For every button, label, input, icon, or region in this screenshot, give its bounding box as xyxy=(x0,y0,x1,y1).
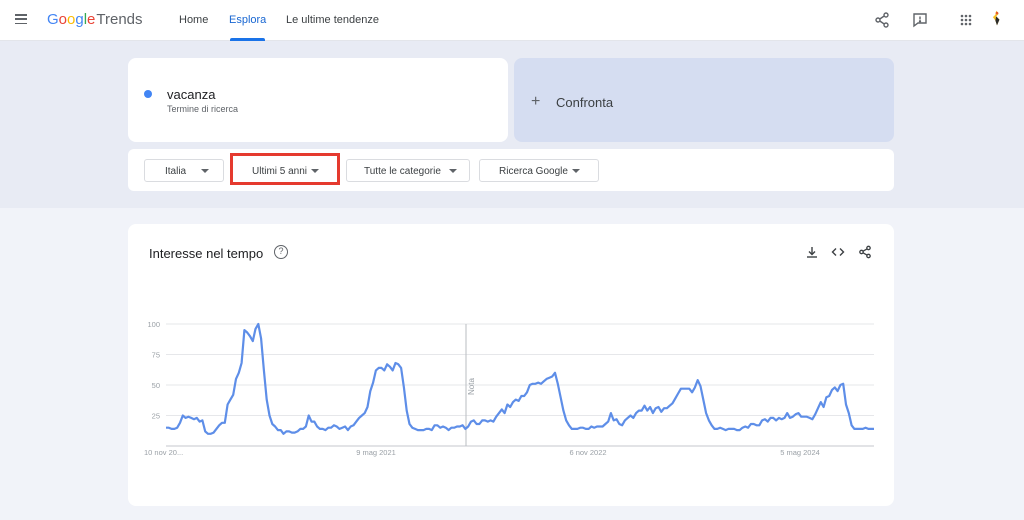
y-tick-label: 50 xyxy=(152,381,160,390)
top-app-bar: GoogleTrends Home Esplora Le ultime tend… xyxy=(0,0,1024,41)
highlight-box xyxy=(230,153,340,185)
chevron-down-icon xyxy=(572,169,580,173)
property-dropdown[interactable]: Ricerca Google xyxy=(479,159,599,182)
series-line-vacanza xyxy=(166,322,874,435)
x-tick-label: 5 mag 2024 xyxy=(780,448,820,457)
logo-trends-text: Trends xyxy=(96,11,143,28)
chevron-down-icon xyxy=(449,169,457,173)
y-tick-label: 75 xyxy=(152,351,160,360)
term-color-dot xyxy=(144,90,152,98)
tab-ultime-tendenze[interactable]: Le ultime tendenze xyxy=(286,14,379,26)
region-label: Italia xyxy=(165,166,187,177)
share-icon[interactable] xyxy=(858,245,872,259)
search-term-name[interactable]: vacanza xyxy=(167,87,215,102)
category-label: Tutte le categorie xyxy=(364,166,441,177)
feedback-icon[interactable] xyxy=(911,11,929,29)
help-icon[interactable]: ? xyxy=(274,245,288,259)
interest-line-chart: Nota 100 75 50 25 10 nov 20... 9 mag 2021 6 no… xyxy=(144,320,874,457)
apps-grid-icon[interactable] xyxy=(957,11,975,29)
add-icon[interactable]: + xyxy=(531,93,540,111)
avatar[interactable] xyxy=(988,9,1008,31)
region-dropdown[interactable]: Italia xyxy=(144,159,224,182)
download-icon[interactable] xyxy=(805,245,819,259)
compare-label[interactable]: Confronta xyxy=(556,95,613,110)
tab-esplora[interactable]: Esplora xyxy=(229,14,266,26)
y-tick-label: 100 xyxy=(147,320,160,329)
chevron-down-icon xyxy=(201,169,209,173)
search-term-type: Termine di ricerca xyxy=(167,104,239,114)
x-tick-label: 10 nov 20... xyxy=(144,448,183,457)
menu-icon[interactable] xyxy=(15,14,27,25)
y-tick-label: 25 xyxy=(152,412,160,421)
tab-home[interactable]: Home xyxy=(179,14,208,26)
google-trends-logo[interactable]: GoogleTrends xyxy=(47,11,143,28)
property-label: Ricerca Google xyxy=(499,166,568,177)
share-icon[interactable] xyxy=(873,11,891,29)
embed-code-icon[interactable] xyxy=(831,245,845,259)
note-label[interactable]: Nota xyxy=(467,378,476,395)
chart-title: Interesse nel tempo xyxy=(149,246,264,261)
category-dropdown[interactable]: Tutte le categorie xyxy=(346,159,470,182)
x-tick-label: 9 mag 2021 xyxy=(356,448,396,457)
x-tick-label: 6 nov 2022 xyxy=(569,448,606,457)
